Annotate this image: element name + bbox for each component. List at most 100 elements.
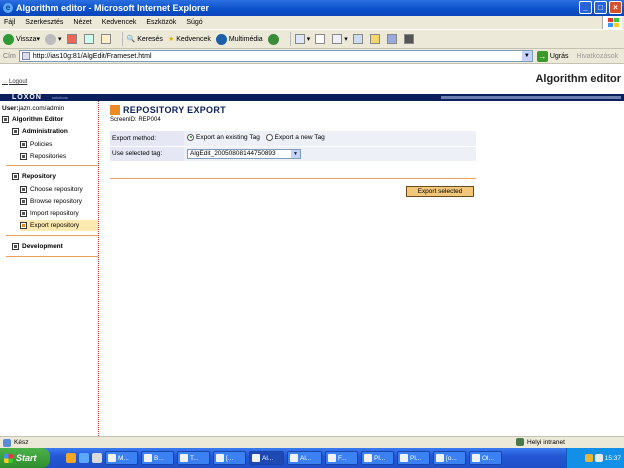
app-header: Logout Algorithm editor xyxy=(0,64,624,94)
window-title: Algorithm editor - Microsoft Internet Ex… xyxy=(16,3,210,13)
export-method-label: Export method: xyxy=(110,131,184,147)
export-selected-button[interactable]: Export selected xyxy=(406,186,474,197)
media-button[interactable]: Multimédia xyxy=(215,33,263,45)
nav-item-choose-repository[interactable]: Choose repository xyxy=(20,184,98,195)
tray-icon[interactable] xyxy=(584,454,593,462)
taskbar-item[interactable]: Pl... xyxy=(361,451,394,465)
quicklaunch-app-icon[interactable] xyxy=(66,453,76,463)
nav-section-development[interactable]: Development xyxy=(12,243,63,250)
nav-section-repository[interactable]: Repository xyxy=(12,173,56,180)
nav-divider xyxy=(6,235,98,236)
taskbar-item[interactable]: Pl... xyxy=(397,451,430,465)
radio-export-existing-tag[interactable]: Export an existing Tag xyxy=(187,133,260,141)
status-bar: Kész Helyi intranet xyxy=(0,436,624,448)
main-content: REPOSITORY EXPORT ScreenID: REP004 Expor… xyxy=(108,101,620,436)
radio-selected-icon xyxy=(187,133,194,141)
taskbar-item[interactable]: T... xyxy=(177,451,210,465)
mail-button[interactable]: ▾ xyxy=(294,34,310,44)
app-title: Algorithm editor xyxy=(535,73,621,85)
address-input[interactable]: http://ias10g:81/AlgEdit/Frameset.html ▼ xyxy=(18,50,533,62)
maximize-button[interactable]: □ xyxy=(594,1,607,14)
history-button[interactable] xyxy=(267,33,281,45)
address-url: http://ias10g:81/AlgEdit/Frameset.html xyxy=(32,52,152,60)
taskbar-item[interactable]: [... xyxy=(213,451,246,465)
system-tray: 15:37 xyxy=(566,448,624,468)
refresh-button[interactable] xyxy=(83,34,96,44)
media-label: Multimédia xyxy=(228,35,263,43)
forward-button[interactable]: ▾ xyxy=(45,33,62,45)
nav-item-export-repository[interactable]: Export repository xyxy=(20,220,98,231)
menu-favorites[interactable]: Kedvencek xyxy=(102,19,137,26)
user-label: User: xyxy=(2,105,19,112)
research-button[interactable] xyxy=(403,34,416,44)
app-icon xyxy=(216,454,224,462)
menu-view[interactable]: Nézet xyxy=(73,19,91,26)
app-icon xyxy=(108,454,116,462)
logout-link[interactable]: Logout xyxy=(2,79,27,85)
taskbar-item[interactable]: F... xyxy=(325,451,358,465)
menu-edit[interactable]: Szerkesztés xyxy=(25,19,63,26)
taskbar-item-label: Ol... xyxy=(482,454,494,462)
print-button[interactable] xyxy=(315,34,327,44)
taskbar-item[interactable]: Ol... xyxy=(469,451,502,465)
edit-icon xyxy=(332,34,343,44)
desktop-quicklaunch-icon[interactable] xyxy=(92,453,102,463)
export-method-options: Export an existing Tag Export a new Tag xyxy=(184,131,476,147)
chevron-down-icon[interactable]: ▼ xyxy=(291,149,300,158)
nav-section-administration[interactable]: Administration xyxy=(12,128,68,135)
nav-item-label: Policies xyxy=(30,141,53,148)
nav-item-import-repository[interactable]: Import repository xyxy=(20,208,98,219)
nav-item-browse-repository[interactable]: Browse repository xyxy=(20,196,98,207)
app-icon xyxy=(436,454,444,462)
folder-button[interactable] xyxy=(369,34,382,44)
start-button[interactable]: Start xyxy=(0,448,50,468)
taskbar-item[interactable]: B... xyxy=(141,451,174,465)
app-icon xyxy=(364,454,372,462)
tree-toggle-icon xyxy=(12,243,19,250)
minimize-button[interactable]: _ xyxy=(579,1,592,14)
back-button[interactable]: Vissza ▾ xyxy=(3,33,40,45)
messenger-button[interactable] xyxy=(386,34,399,44)
nav-item-label: Repositories xyxy=(30,153,67,160)
home-button[interactable] xyxy=(100,34,113,44)
app-icon xyxy=(328,454,336,462)
clock[interactable]: 15:37 xyxy=(605,455,621,462)
window-titlebar: e Algorithm editor - Microsoft Internet … xyxy=(0,0,624,16)
favorites-button[interactable]: ★ Kedvencek xyxy=(168,35,211,44)
banner-stripe xyxy=(441,96,621,99)
menu-tools[interactable]: Eszközök xyxy=(146,19,176,26)
tree-toggle-icon xyxy=(12,128,19,135)
intranet-icon xyxy=(516,438,524,446)
menu-help[interactable]: Súgó xyxy=(186,19,202,26)
radio-label: Export a new Tag xyxy=(274,133,325,141)
taskbar-item[interactable]: Al... xyxy=(287,451,322,465)
search-button[interactable]: 🔍 Keresés xyxy=(127,35,163,44)
ie-quicklaunch-icon[interactable] xyxy=(79,453,89,463)
taskbar-item[interactable]: [o... xyxy=(433,451,466,465)
nav-item-repositories[interactable]: Repositories xyxy=(20,151,98,162)
close-button[interactable]: × xyxy=(609,1,622,14)
menu-file[interactable]: Fájl xyxy=(4,19,15,26)
nav-item-policies[interactable]: Policies xyxy=(20,139,98,150)
taskbar-item-active[interactable]: Al... xyxy=(249,451,284,465)
go-button[interactable]: → Ugrás xyxy=(536,50,569,62)
links-button[interactable]: Hivatkozások xyxy=(577,53,619,60)
windows-flag-icon xyxy=(4,453,13,463)
go-label: Ugrás xyxy=(549,52,569,60)
stop-icon xyxy=(66,34,77,44)
tray-icon[interactable] xyxy=(594,454,603,462)
nav-root[interactable]: Algorithm Editor xyxy=(2,116,63,123)
media-icon xyxy=(215,33,227,45)
nav-item-label: Export repository xyxy=(30,222,80,229)
stop-button[interactable] xyxy=(66,34,79,44)
radio-export-new-tag[interactable]: Export a new Tag xyxy=(265,133,325,141)
nav-section-label: Administration xyxy=(22,128,68,135)
discuss-button[interactable] xyxy=(352,34,365,44)
form-divider xyxy=(110,178,476,179)
taskbar-item[interactable]: M... xyxy=(105,451,138,465)
tag-select-value: AlgEdit_20050808144750893 xyxy=(190,150,276,157)
edit-button[interactable]: ▾ xyxy=(332,34,348,44)
app-icon xyxy=(290,454,298,462)
chevron-down-icon[interactable]: ▼ xyxy=(521,51,532,61)
tag-select[interactable]: AlgEdit_20050808144750893 ▼ xyxy=(187,148,301,159)
